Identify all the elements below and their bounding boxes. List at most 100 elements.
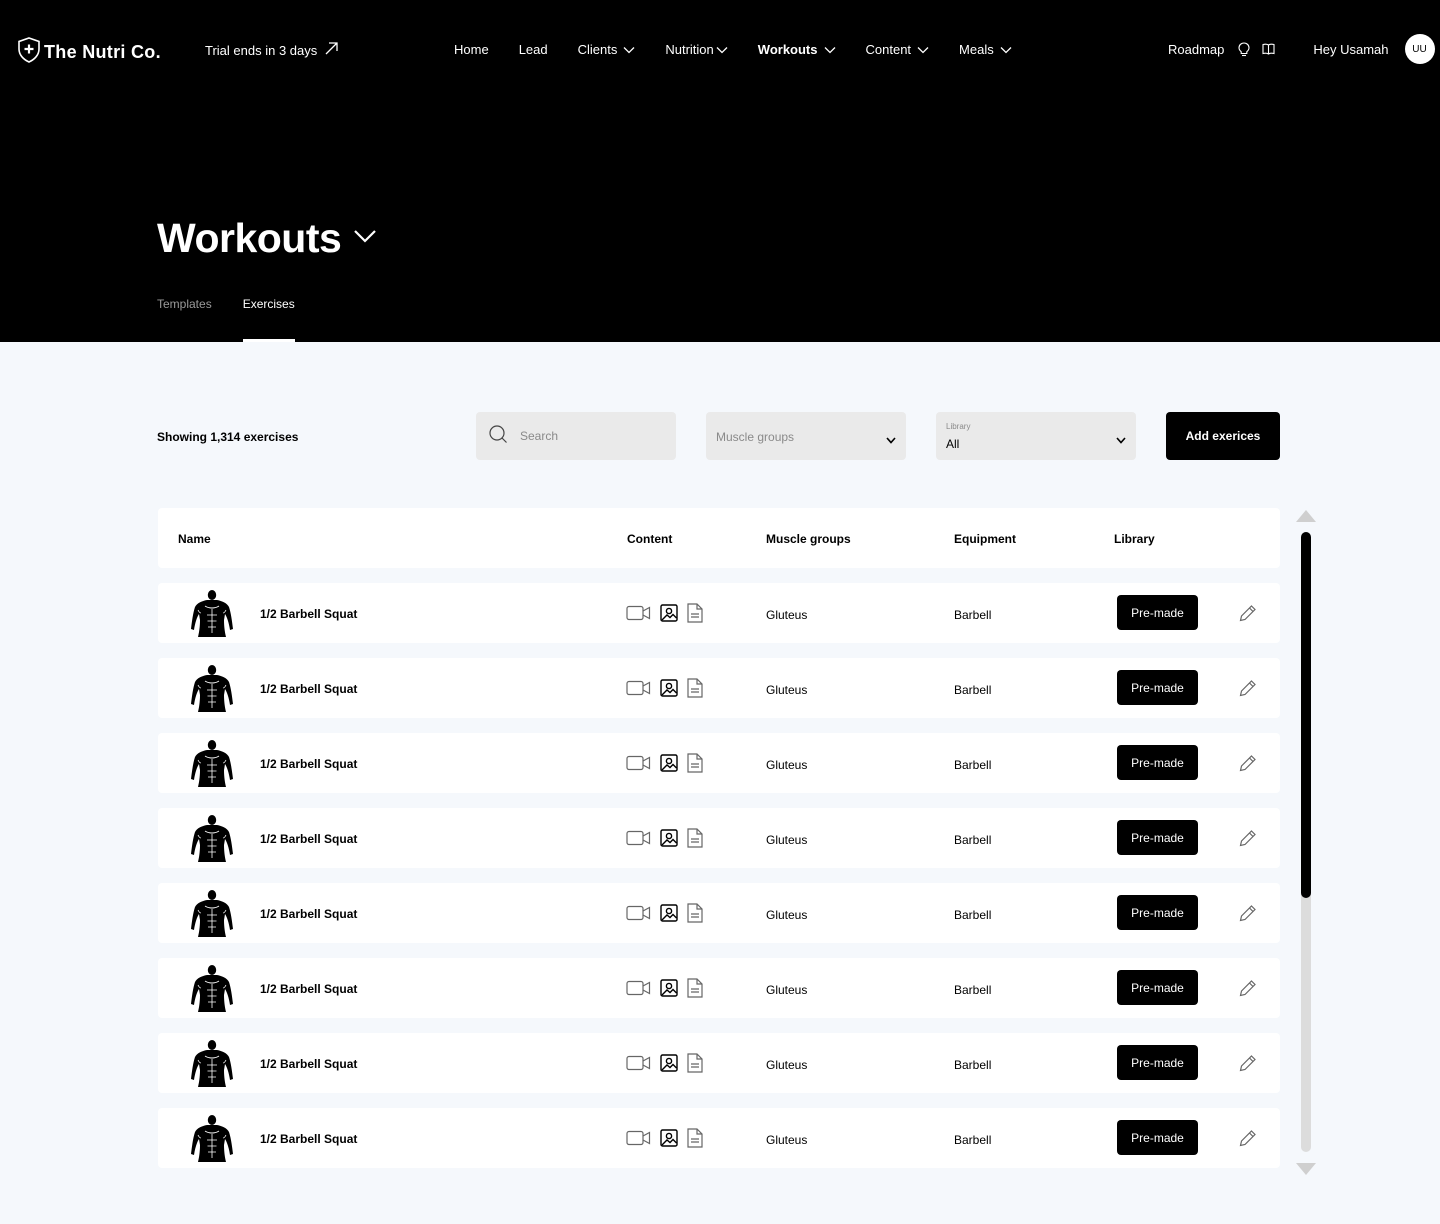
muscle-group: Gluteus xyxy=(766,608,808,622)
search-input[interactable] xyxy=(520,429,660,443)
chevron-down-icon xyxy=(1000,42,1012,57)
pencil-icon[interactable] xyxy=(1239,754,1257,775)
nav-meals[interactable]: Meals xyxy=(959,42,1012,57)
document-icon[interactable] xyxy=(687,753,703,776)
content-icons xyxy=(626,978,703,1001)
document-icon[interactable] xyxy=(687,903,703,926)
document-icon[interactable] xyxy=(687,978,703,1001)
library-badge[interactable]: Pre-made xyxy=(1117,1120,1198,1155)
nav-home[interactable]: Home xyxy=(454,42,489,57)
exercise-name[interactable]: 1/2 Barbell Squat xyxy=(260,1132,357,1146)
pencil-icon[interactable] xyxy=(1239,1054,1257,1075)
scrollbar-thumb[interactable] xyxy=(1301,532,1311,898)
pencil-icon[interactable] xyxy=(1239,604,1257,625)
document-icon[interactable] xyxy=(687,828,703,851)
table-row[interactable]: 1/2 Barbell Squat Gluteus Barbell Pre-ma… xyxy=(158,1108,1280,1168)
image-icon[interactable] xyxy=(660,1129,678,1150)
avatar[interactable]: UU xyxy=(1404,34,1435,64)
equipment: Barbell xyxy=(954,833,992,847)
chevron-down-icon xyxy=(824,42,836,57)
library-badge[interactable]: Pre-made xyxy=(1117,670,1198,705)
video-icon[interactable] xyxy=(626,905,651,924)
table-row[interactable]: 1/2 Barbell Squat Gluteus Barbell Pre-ma… xyxy=(158,658,1280,718)
library-badge[interactable]: Pre-made xyxy=(1117,970,1198,1005)
search-icon xyxy=(488,424,508,449)
document-icon[interactable] xyxy=(687,1128,703,1151)
exercise-name[interactable]: 1/2 Barbell Squat xyxy=(260,607,357,621)
scroll-down-arrow[interactable] xyxy=(1295,1162,1317,1181)
image-icon[interactable] xyxy=(660,904,678,925)
document-icon[interactable] xyxy=(687,603,703,626)
user-greeting: Hey Usamah xyxy=(1313,41,1389,57)
equipment: Barbell xyxy=(954,1058,992,1072)
image-icon[interactable] xyxy=(660,829,678,850)
muscle-groups-select[interactable]: Muscle groups xyxy=(706,412,906,460)
library-select[interactable]: Library All xyxy=(936,412,1136,460)
search-box[interactable] xyxy=(476,412,676,460)
tab-exercises[interactable]: Exercises xyxy=(242,297,295,342)
nav-nutrition[interactable]: Nutrition xyxy=(665,42,728,57)
video-icon[interactable] xyxy=(626,1130,651,1149)
table-row[interactable]: 1/2 Barbell Squat Gluteus Barbell Pre-ma… xyxy=(158,883,1280,943)
trial-banner[interactable]: Trial ends in 3 days xyxy=(205,42,338,58)
muscle-figure-icon xyxy=(188,664,236,712)
nav-clients[interactable]: Clients xyxy=(578,42,636,57)
page-title-dropdown[interactable]: Workouts xyxy=(157,215,377,262)
content-icons xyxy=(626,903,703,926)
nav-workouts[interactable]: Workouts xyxy=(758,42,836,57)
table-row[interactable]: 1/2 Barbell Squat Gluteus Barbell Pre-ma… xyxy=(158,958,1280,1018)
table-row[interactable]: 1/2 Barbell Squat Gluteus Barbell Pre-ma… xyxy=(158,583,1280,643)
nav-content[interactable]: Content xyxy=(866,42,930,57)
equipment: Barbell xyxy=(954,983,992,997)
content-icons xyxy=(626,603,703,626)
image-icon[interactable] xyxy=(660,604,678,625)
table-row[interactable]: 1/2 Barbell Squat Gluteus Barbell Pre-ma… xyxy=(158,808,1280,868)
nav-lead[interactable]: Lead xyxy=(519,42,548,57)
muscle-group: Gluteus xyxy=(766,908,808,922)
image-icon[interactable] xyxy=(660,979,678,1000)
pencil-icon[interactable] xyxy=(1239,679,1257,700)
video-icon[interactable] xyxy=(626,830,651,849)
content-icons xyxy=(626,1128,703,1151)
pencil-icon[interactable] xyxy=(1239,904,1257,925)
image-icon[interactable] xyxy=(660,1054,678,1075)
lightbulb-icon[interactable] xyxy=(1238,41,1250,57)
tab-templates[interactable]: Templates xyxy=(157,297,212,342)
image-icon[interactable] xyxy=(660,679,678,700)
scroll-up-arrow[interactable] xyxy=(1295,509,1317,528)
video-icon[interactable] xyxy=(626,680,651,699)
image-icon[interactable] xyxy=(660,754,678,775)
exercise-name[interactable]: 1/2 Barbell Squat xyxy=(260,907,357,921)
video-icon[interactable] xyxy=(626,980,651,999)
library-badge[interactable]: Pre-made xyxy=(1117,820,1198,855)
add-exercise-button[interactable]: Add exerices xyxy=(1166,412,1280,460)
exercise-name[interactable]: 1/2 Barbell Squat xyxy=(260,832,357,846)
muscle-figure-icon xyxy=(188,1039,236,1087)
video-icon[interactable] xyxy=(626,1055,651,1074)
table-row[interactable]: 1/2 Barbell Squat Gluteus Barbell Pre-ma… xyxy=(158,1033,1280,1093)
pencil-icon[interactable] xyxy=(1239,829,1257,850)
exercise-name[interactable]: 1/2 Barbell Squat xyxy=(260,1057,357,1071)
exercise-name[interactable]: 1/2 Barbell Squat xyxy=(260,982,357,996)
library-badge[interactable]: Pre-made xyxy=(1117,745,1198,780)
shield-plus-icon xyxy=(18,37,40,68)
brand-logo[interactable]: The Nutri Co. xyxy=(18,37,161,68)
library-badge[interactable]: Pre-made xyxy=(1117,595,1198,630)
user-nav: Roadmap Hey Usamah UU xyxy=(1168,34,1435,64)
video-icon[interactable] xyxy=(626,605,651,624)
roadmap-link[interactable]: Roadmap xyxy=(1168,42,1224,57)
table-row[interactable]: 1/2 Barbell Squat Gluteus Barbell Pre-ma… xyxy=(158,733,1280,793)
library-badge[interactable]: Pre-made xyxy=(1117,1045,1198,1080)
book-icon[interactable] xyxy=(1262,43,1275,55)
arrow-up-right-icon xyxy=(325,42,338,58)
library-badge[interactable]: Pre-made xyxy=(1117,895,1198,930)
exercise-name[interactable]: 1/2 Barbell Squat xyxy=(260,682,357,696)
pencil-icon[interactable] xyxy=(1239,1129,1257,1150)
exercise-name[interactable]: 1/2 Barbell Squat xyxy=(260,757,357,771)
exercise-count: Showing 1,314 exercises xyxy=(157,430,299,444)
document-icon[interactable] xyxy=(687,678,703,701)
document-icon[interactable] xyxy=(687,1053,703,1076)
pencil-icon[interactable] xyxy=(1239,979,1257,1000)
video-icon[interactable] xyxy=(626,755,651,774)
equipment: Barbell xyxy=(954,758,992,772)
